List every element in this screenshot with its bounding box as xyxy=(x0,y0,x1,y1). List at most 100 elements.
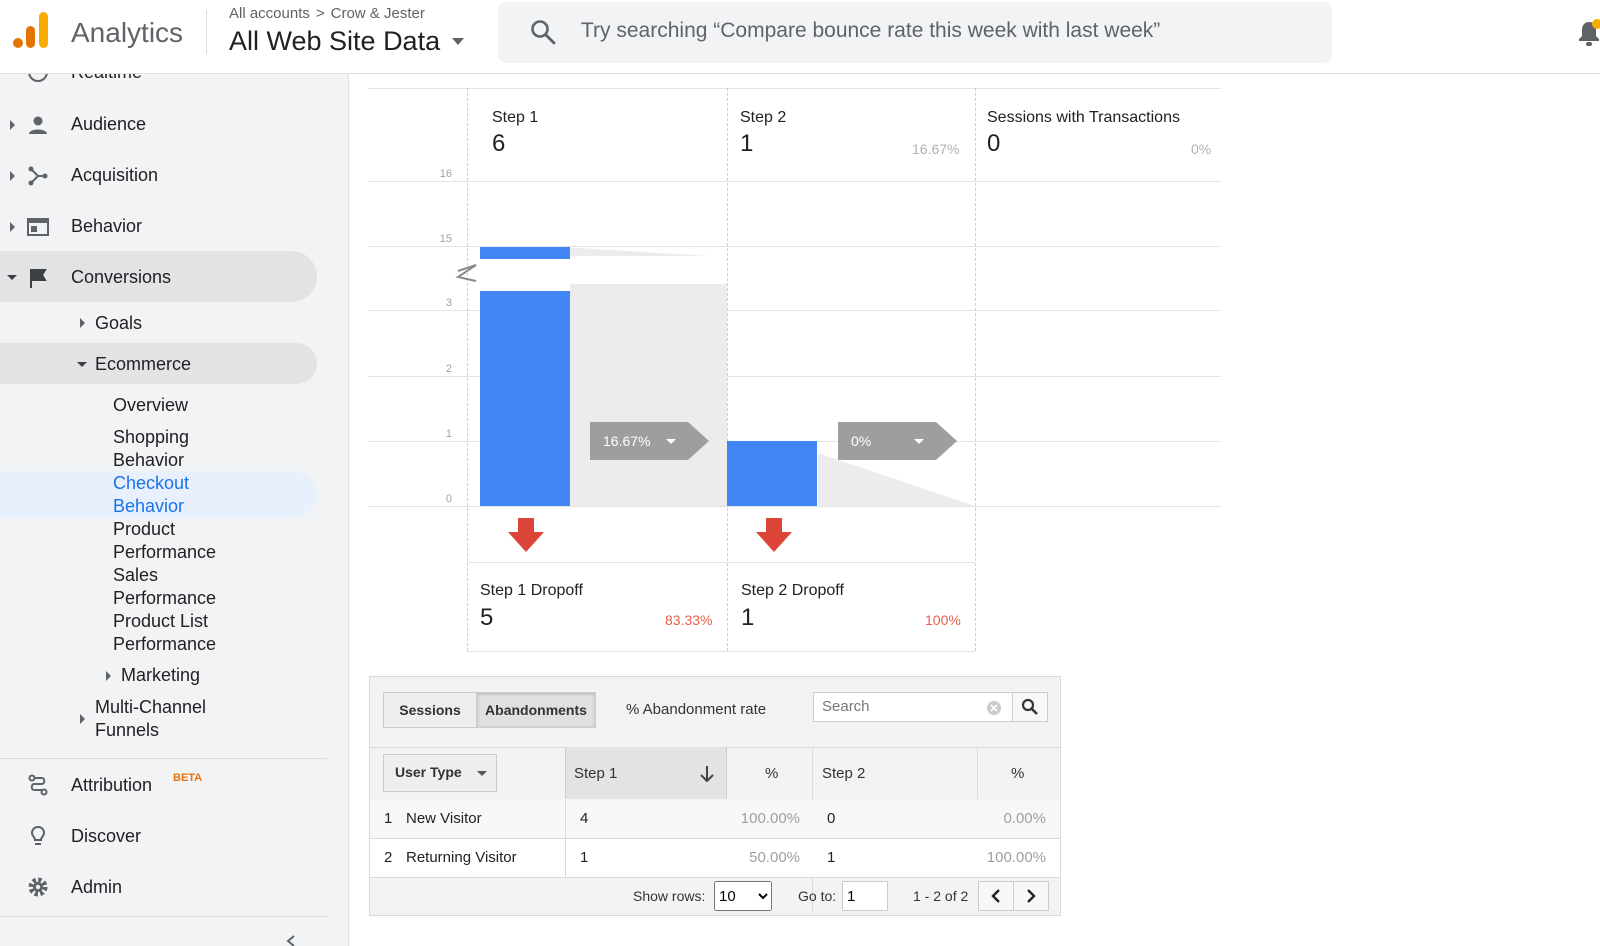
expand-arrow-icon[interactable] xyxy=(80,318,85,328)
sidebar: Realtime Audience Acquisition Behavior C… xyxy=(0,74,349,946)
sidebar-item-discover[interactable]: Discover xyxy=(71,826,141,847)
dropoff-border xyxy=(467,562,975,563)
sidebar-item-attribution[interactable]: Attribution xyxy=(71,775,152,796)
table-search-button[interactable] xyxy=(1012,692,1048,722)
prev-page-button[interactable] xyxy=(978,881,1014,911)
search-placeholder: Try searching “Compare bounce rate this … xyxy=(581,19,1161,42)
chevron-right-icon xyxy=(1027,889,1036,903)
behavior-icon xyxy=(27,218,49,236)
row-number: 2 xyxy=(384,849,393,866)
sidebar-item-audience[interactable]: Audience xyxy=(71,114,146,135)
sidebar-item-shopping-behavior[interactable]: Shopping Behavior xyxy=(113,426,189,472)
breadcrumb-account[interactable]: All accounts xyxy=(229,5,310,22)
label-line: Product xyxy=(113,519,176,539)
row-step-1: 1 xyxy=(580,849,589,866)
sidebar-item-product-performance[interactable]: Product Performance xyxy=(113,518,216,564)
show-rows-select[interactable]: 10 xyxy=(714,881,772,911)
sidebar-item-ecommerce[interactable]: Ecommerce xyxy=(95,354,191,375)
next-page-button[interactable] xyxy=(1013,881,1049,911)
step-1-dropoff-percent: 83.33% xyxy=(665,612,713,628)
view-selector[interactable]: All Web Site Data xyxy=(229,26,465,57)
row-user-type[interactable]: New Visitor xyxy=(406,810,482,827)
label-line: Checkout xyxy=(113,473,190,493)
row-step-1: 4 xyxy=(580,810,589,827)
sidebar-item-checkout-behavior[interactable]: Checkout Behavior xyxy=(113,472,189,518)
conversion-rate-tag[interactable]: 0% xyxy=(838,422,957,460)
sidebar-item-marketing[interactable]: Marketing xyxy=(121,665,200,686)
collapse-sidebar-icon[interactable] xyxy=(284,934,298,946)
bar-step-2[interactable] xyxy=(727,441,817,506)
label-line: Funnels xyxy=(95,720,160,740)
table-search-input[interactable]: Search xyxy=(813,692,1014,722)
step-2-dropoff-value: 1 xyxy=(741,604,755,631)
app-name: Analytics xyxy=(71,17,184,48)
sidebar-item-sales-performance[interactable]: Sales Performance xyxy=(113,564,216,610)
column-header-step-1[interactable]: Step 1 xyxy=(574,765,617,782)
column-header-percent[interactable]: % xyxy=(765,765,778,782)
sidebar-item-acquisition[interactable]: Acquisition xyxy=(71,165,158,186)
label-line: Performance xyxy=(113,634,217,654)
row-step-2: 1 xyxy=(827,849,836,866)
analytics-logo-icon[interactable] xyxy=(12,12,48,50)
report-table-panel: Sessions Abandonments % Abandonment rate… xyxy=(369,676,1061,916)
caret-down-icon xyxy=(914,439,924,444)
column-header-percent[interactable]: % xyxy=(1011,765,1024,782)
expand-arrow-icon[interactable] xyxy=(10,171,15,181)
sidebar-item-admin[interactable]: Admin xyxy=(71,877,122,898)
sidebar-item-multi-channel-funnels[interactable]: Multi-Channel Funnels xyxy=(95,696,206,742)
column-header-step-2[interactable]: Step 2 xyxy=(822,765,865,782)
expand-arrow-icon[interactable] xyxy=(80,714,85,724)
sidebar-item-realtime[interactable]: Realtime xyxy=(71,74,142,83)
beta-badge: BETA xyxy=(173,772,203,784)
row-step-1-percent: 50.00% xyxy=(749,849,800,866)
bar-step-1[interactable] xyxy=(480,291,570,506)
sort-descending-icon[interactable] xyxy=(700,765,714,783)
expand-arrow-icon[interactable] xyxy=(106,671,111,681)
attribution-icon xyxy=(28,774,48,796)
sidebar-item-overview[interactable]: Overview xyxy=(113,394,188,417)
dropoff-border xyxy=(467,651,975,652)
breadcrumb[interactable]: All accounts > Crow & Jester xyxy=(229,5,425,22)
search-icon xyxy=(1021,698,1038,715)
tab-abandonments[interactable]: Abandonments xyxy=(476,692,596,728)
pagination-range: 1 - 2 of 2 xyxy=(913,888,969,904)
sidebar-item-behavior[interactable]: Behavior xyxy=(71,216,142,237)
breadcrumb-separator: > xyxy=(315,5,325,22)
caret-down-icon xyxy=(452,38,465,45)
row-user-type[interactable]: Returning Visitor xyxy=(406,849,517,866)
notifications-bell-icon[interactable] xyxy=(1575,18,1600,48)
table-search-placeholder: Search xyxy=(822,698,870,715)
search-icon[interactable] xyxy=(530,19,556,45)
tab-sessions[interactable]: Sessions xyxy=(383,692,477,728)
abandonment-rate-label: % Abandonment rate xyxy=(626,701,767,718)
sidebar-divider xyxy=(0,916,327,917)
clear-icon[interactable] xyxy=(986,700,1002,716)
clock-icon xyxy=(28,74,48,82)
collapse-arrow-icon[interactable] xyxy=(77,362,87,367)
step-1-dropoff-label: Step 1 Dropoff xyxy=(480,582,583,599)
breadcrumb-property[interactable]: Crow & Jester xyxy=(331,5,425,22)
label-line: Performance xyxy=(113,542,217,562)
sidebar-item-conversions[interactable]: Conversions xyxy=(71,267,171,288)
dropoff-arrow-icon xyxy=(756,518,792,552)
header-divider xyxy=(206,10,207,54)
conversion-rate-tag[interactable]: 16.67% xyxy=(590,422,709,460)
flag-icon xyxy=(30,269,47,288)
sidebar-item-product-list-performance[interactable]: Product List Performance xyxy=(113,610,216,656)
row-step-2-percent: 0.00% xyxy=(1003,810,1046,827)
dimension-selector[interactable]: User Type xyxy=(383,754,497,792)
caret-down-icon xyxy=(477,771,487,776)
label-line: Performance xyxy=(113,588,217,608)
collapse-arrow-icon[interactable] xyxy=(7,275,17,280)
bar-step-1-top[interactable] xyxy=(480,247,570,259)
caret-down-icon xyxy=(666,439,676,444)
row-step-2-percent: 100.00% xyxy=(986,849,1046,866)
sidebar-item-goals[interactable]: Goals xyxy=(95,313,142,334)
lightbulb-icon xyxy=(30,825,46,845)
label-line: Multi-Channel xyxy=(95,697,207,717)
expand-arrow-icon[interactable] xyxy=(10,120,15,130)
goto-input[interactable] xyxy=(842,881,888,911)
goto-label: Go to: xyxy=(798,888,837,904)
expand-arrow-icon[interactable] xyxy=(10,222,15,232)
label-line: Behavior xyxy=(113,496,185,516)
